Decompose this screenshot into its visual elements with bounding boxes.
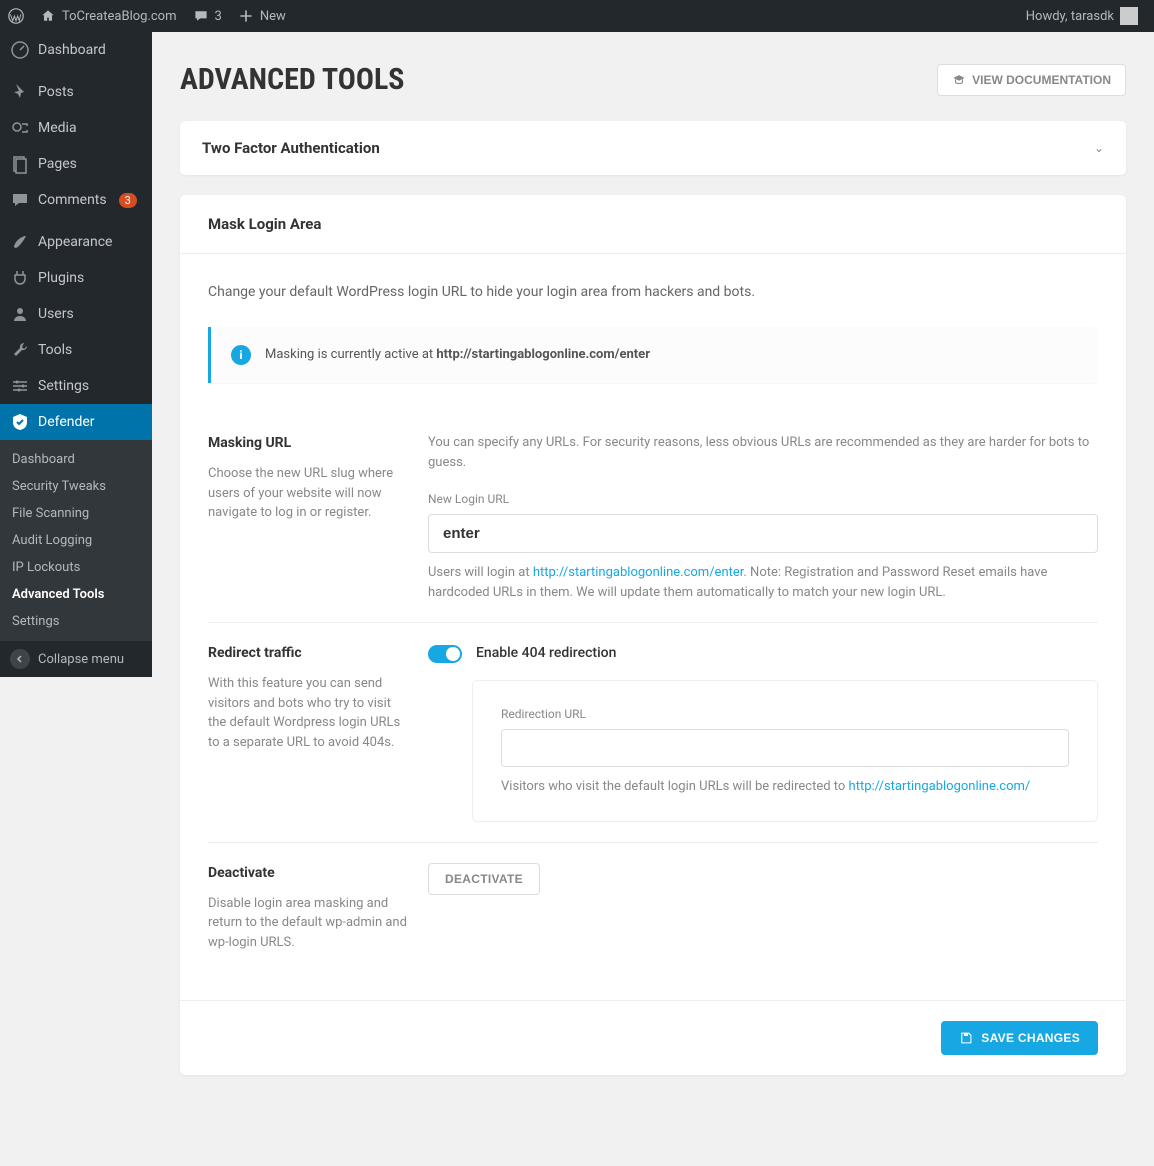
deactivate-button[interactable]: DEACTIVATE: [428, 863, 540, 895]
menu-appearance[interactable]: Appearance: [0, 224, 152, 260]
collapse-icon: [10, 649, 30, 669]
new-login-url-helper: Users will login at http://startingablog…: [428, 563, 1098, 602]
shield-icon: [10, 412, 30, 432]
enable-404-label: Enable 404 redirection: [476, 643, 616, 664]
deactivate-desc: Disable login area masking and return to…: [208, 894, 408, 953]
admin-bar: ToCreateaBlog.com 3 New Howdy, tarasdk: [0, 0, 1154, 32]
avatar: [1120, 7, 1138, 25]
submenu-ip-lockouts[interactable]: IP Lockouts: [0, 554, 152, 581]
redirect-left: Redirect traffic With this feature you c…: [208, 643, 408, 822]
pin-icon: [10, 82, 30, 102]
login-url-link[interactable]: http://startingablogonline.com/enter: [533, 565, 744, 580]
menu-users[interactable]: Users: [0, 296, 152, 332]
chevron-down-icon: ⌄: [1094, 141, 1104, 155]
home-icon: [40, 8, 56, 24]
submenu-dashboard[interactable]: Dashboard: [0, 446, 152, 473]
menu-plugins[interactable]: Plugins: [0, 260, 152, 296]
page-icon: [10, 154, 30, 174]
redirect-heading: Redirect traffic: [208, 643, 408, 664]
admin-bar-left: ToCreateaBlog.com 3 New: [0, 0, 294, 32]
comment-icon: [193, 8, 209, 24]
site-name: ToCreateaBlog.com: [62, 9, 177, 24]
save-changes-button[interactable]: SAVE CHANGES: [941, 1021, 1098, 1055]
deactivate-row: Deactivate Disable login area masking an…: [208, 842, 1098, 973]
mask-login-body: Change your default WordPress login URL …: [180, 254, 1126, 1000]
mask-panel-footer: SAVE CHANGES: [180, 1000, 1126, 1075]
two-factor-toggle[interactable]: Two Factor Authentication ⌄: [180, 121, 1126, 175]
comments-badge: 3: [119, 193, 137, 208]
main-content: ADVANCED TOOLS VIEW DOCUMENTATION Two Fa…: [152, 32, 1154, 1135]
media-icon: [10, 118, 30, 138]
menu-dashboard[interactable]: Dashboard: [0, 32, 152, 68]
brush-icon: [10, 232, 30, 252]
view-documentation-button[interactable]: VIEW DOCUMENTATION: [937, 64, 1126, 96]
masking-url-heading: Masking URL: [208, 433, 408, 454]
sliders-icon: [10, 376, 30, 396]
menu-tools[interactable]: Tools: [0, 332, 152, 368]
dashboard-icon: [10, 40, 30, 60]
new-login-url-input[interactable]: [428, 514, 1098, 553]
masking-url-desc: Choose the new URL slug where users of y…: [208, 464, 408, 523]
menu-posts[interactable]: Posts: [0, 74, 152, 110]
masking-url-left: Masking URL Choose the new URL slug wher…: [208, 433, 408, 602]
redirect-desc: With this feature you can send visitors …: [208, 674, 408, 752]
two-factor-panel: Two Factor Authentication ⌄: [180, 121, 1126, 175]
comments-count: 3: [215, 9, 222, 24]
howdy-text: Howdy, tarasdk: [1026, 9, 1114, 24]
redirection-url-label: Redirection URL: [501, 705, 1069, 723]
site-link[interactable]: ToCreateaBlog.com: [32, 0, 185, 32]
two-factor-title: Two Factor Authentication: [202, 139, 380, 157]
menu-settings[interactable]: Settings: [0, 368, 152, 404]
new-login-url-label: New Login URL: [428, 490, 1098, 508]
defender-submenu: Dashboard Security Tweaks File Scanning …: [0, 440, 152, 641]
menu-defender[interactable]: Defender: [0, 404, 152, 440]
wp-logo[interactable]: [0, 0, 32, 32]
menu-pages[interactable]: Pages: [0, 146, 152, 182]
notice-text: Masking is currently active at http://st…: [265, 345, 650, 365]
menu-media[interactable]: Media: [0, 110, 152, 146]
mask-login-panel: Mask Login Area Change your default Word…: [180, 195, 1126, 1075]
mask-login-title: Mask Login Area: [180, 195, 1126, 254]
plus-icon: [238, 8, 254, 24]
redirect-right: Enable 404 redirection Redirection URL V…: [428, 643, 1098, 822]
submenu-file-scanning[interactable]: File Scanning: [0, 500, 152, 527]
redirection-helper: Visitors who visit the default login URL…: [501, 777, 1069, 797]
submenu-audit-logging[interactable]: Audit Logging: [0, 527, 152, 554]
comments-link[interactable]: 3: [185, 0, 230, 32]
new-content-link[interactable]: New: [230, 0, 294, 32]
plug-icon: [10, 268, 30, 288]
redirect-row: Redirect traffic With this feature you c…: [208, 622, 1098, 842]
deactivate-heading: Deactivate: [208, 863, 408, 884]
submenu-advanced-tools[interactable]: Advanced Tools: [0, 581, 152, 608]
masking-url-right: You can specify any URLs. For security r…: [428, 433, 1098, 602]
new-label: New: [260, 9, 286, 24]
redirection-url-input[interactable]: [501, 729, 1069, 767]
mask-intro: Change your default WordPress login URL …: [208, 282, 1098, 303]
deactivate-left: Deactivate Disable login area masking an…: [208, 863, 408, 953]
masking-url-row: Masking URL Choose the new URL slug wher…: [208, 413, 1098, 622]
comment-icon: [10, 190, 30, 210]
submenu-security-tweaks[interactable]: Security Tweaks: [0, 473, 152, 500]
page-title: ADVANCED TOOLS: [180, 62, 404, 97]
redirection-box: Redirection URL Visitors who visit the d…: [472, 680, 1098, 822]
wrench-icon: [10, 340, 30, 360]
masking-url-hint: You can specify any URLs. For security r…: [428, 433, 1098, 472]
save-icon: [959, 1031, 973, 1045]
page-header: ADVANCED TOOLS VIEW DOCUMENTATION: [180, 62, 1126, 97]
academy-icon: [952, 73, 966, 87]
admin-bar-right: Howdy, tarasdk: [1018, 0, 1146, 32]
collapse-menu[interactable]: Collapse menu: [0, 641, 152, 677]
enable-404-row: Enable 404 redirection: [428, 643, 1098, 664]
deactivate-right: DEACTIVATE: [428, 863, 1098, 953]
redirect-url-link[interactable]: http://startingablogonline.com/: [849, 779, 1031, 794]
wordpress-icon: [8, 8, 24, 24]
masking-active-notice: i Masking is currently active at http://…: [208, 327, 1098, 383]
user-icon: [10, 304, 30, 324]
account-link[interactable]: Howdy, tarasdk: [1018, 0, 1146, 32]
submenu-settings[interactable]: Settings: [0, 608, 152, 635]
info-icon: i: [231, 345, 251, 365]
menu-comments[interactable]: Comments 3: [0, 182, 152, 218]
admin-sidebar: Dashboard Posts Media Pages Comments 3 A…: [0, 32, 152, 677]
enable-404-toggle[interactable]: [428, 645, 462, 663]
